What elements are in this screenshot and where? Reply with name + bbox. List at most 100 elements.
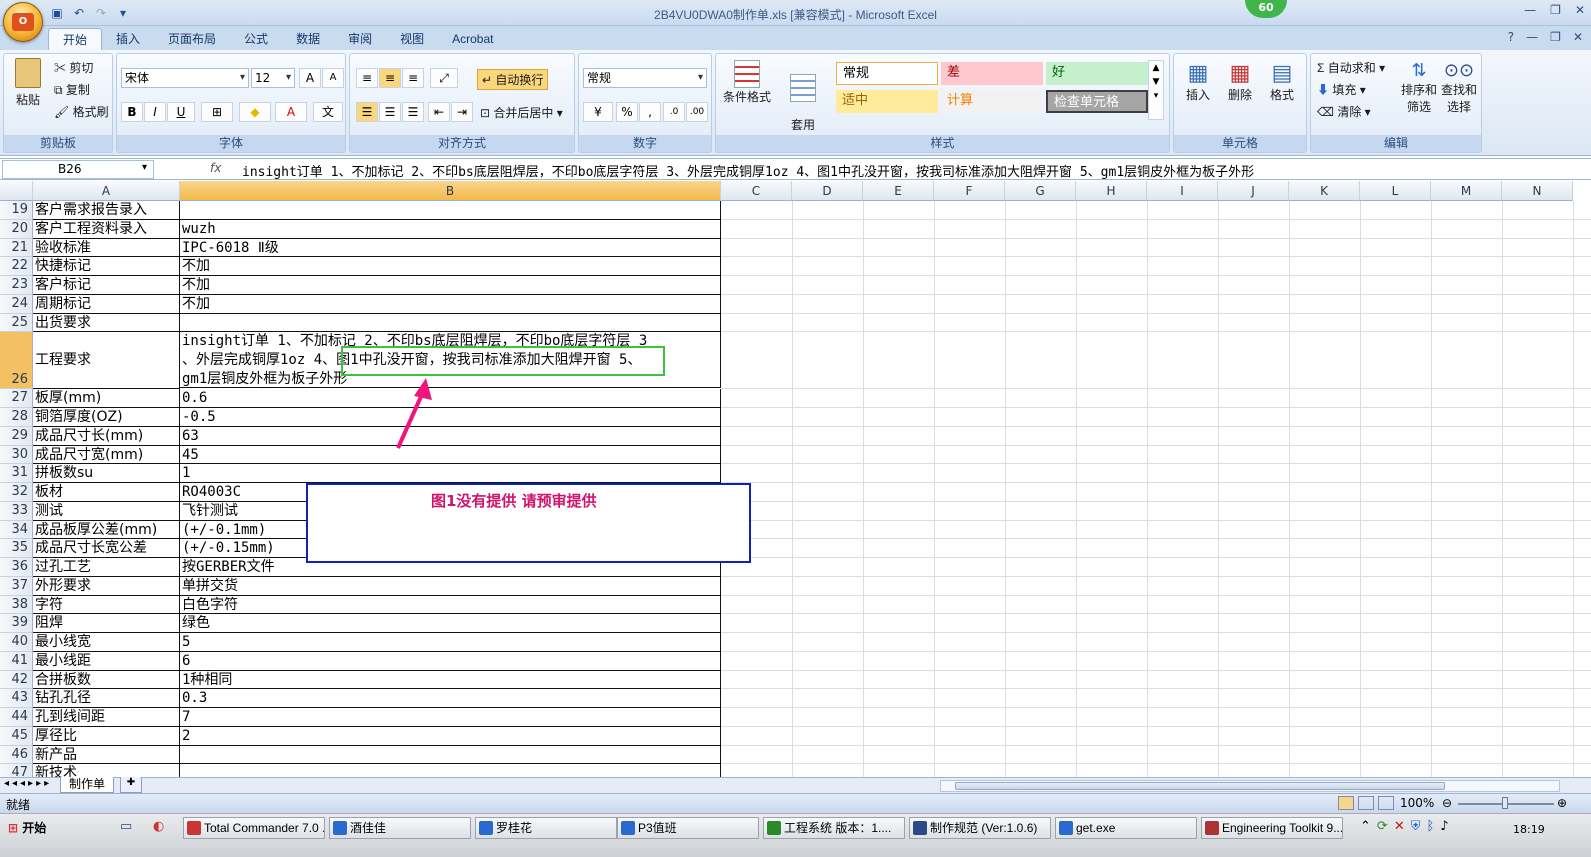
- cell-a[interactable]: 过孔工艺: [33, 558, 180, 577]
- row-header[interactable]: 44: [0, 708, 33, 727]
- cell-a[interactable]: 铜箔厚度(OZ): [33, 408, 180, 427]
- row-header[interactable]: 39: [0, 614, 33, 633]
- cell-b[interactable]: 1: [180, 464, 721, 483]
- tray-network-icon[interactable]: ⟳: [1377, 819, 1388, 834]
- cell-style-1[interactable]: 差: [941, 62, 1043, 85]
- tab-view[interactable]: 视图: [386, 28, 438, 50]
- cell-a[interactable]: 合拼板数: [33, 670, 180, 690]
- autosum-button[interactable]: Σ 自动求和 ▾: [1317, 59, 1385, 76]
- taskbar-item[interactable]: get.exe: [1055, 817, 1197, 839]
- cell-b[interactable]: 不加: [180, 257, 721, 276]
- cell-a[interactable]: 周期标记: [33, 294, 180, 314]
- sort-filter-button[interactable]: ⇅ 排序和 筛选: [1399, 60, 1439, 115]
- sheet-nav-arrows[interactable]: ◂◂◂▸▸▸: [4, 778, 52, 789]
- help-icon[interactable]: ?: [1508, 30, 1514, 44]
- cell-b[interactable]: wuzh: [180, 219, 721, 239]
- cell-b[interactable]: [180, 764, 721, 777]
- cell-b[interactable]: -0.5: [180, 408, 721, 427]
- cell-a[interactable]: 孔到线间距: [33, 708, 180, 727]
- tray-volume-icon[interactable]: ♪: [1440, 819, 1448, 834]
- normal-view-icon[interactable]: [1338, 796, 1354, 810]
- row-header[interactable]: 25: [0, 313, 33, 333]
- cell-a[interactable]: 客户需求报告录入: [33, 201, 180, 220]
- cell-style-0[interactable]: 常规: [836, 62, 938, 85]
- workbook-restore-icon[interactable]: ❐: [1550, 30, 1561, 44]
- decrease-indent-button[interactable]: ⇤: [428, 102, 450, 122]
- borders-button[interactable]: ⊞: [201, 102, 233, 122]
- paste-button[interactable]: 粘贴: [10, 58, 46, 108]
- align-left-button[interactable]: ☰: [356, 102, 378, 122]
- row-header[interactable]: 24: [0, 294, 33, 314]
- cell-b[interactable]: 45: [180, 445, 721, 465]
- comma-button[interactable]: ,: [639, 102, 661, 122]
- quicklaunch-desktop-icon[interactable]: ▭: [120, 819, 132, 834]
- cell-b[interactable]: [180, 745, 721, 765]
- currency-button[interactable]: ¥: [583, 102, 613, 122]
- increase-decimal-button[interactable]: .0: [663, 102, 685, 122]
- fill-button[interactable]: ⬇ 填充 ▾: [1317, 81, 1366, 98]
- horizontal-scroll-thumb[interactable]: [955, 782, 1445, 790]
- sheet-tab-active[interactable]: 制作单: [60, 777, 115, 793]
- row-header[interactable]: 21: [0, 238, 33, 258]
- row-header[interactable]: 20: [0, 219, 33, 239]
- taskbar-item[interactable]: 罗桂花: [475, 817, 617, 839]
- column-header-D[interactable]: D: [792, 181, 863, 201]
- cell-a[interactable]: 工程要求: [33, 332, 180, 390]
- column-header-E[interactable]: E: [863, 181, 934, 201]
- cell-b[interactable]: 单拼交货: [180, 576, 721, 596]
- select-all-corner[interactable]: [0, 181, 33, 201]
- column-header-N[interactable]: N: [1502, 181, 1573, 201]
- increase-indent-button[interactable]: ⇥: [451, 102, 473, 122]
- delete-cells-button[interactable]: ▦ 删除: [1222, 60, 1258, 103]
- row-header[interactable]: 31: [0, 464, 33, 483]
- row-header[interactable]: 35: [0, 539, 33, 558]
- insert-function-icon[interactable]: fx: [210, 161, 221, 175]
- cell-a[interactable]: 客户标记: [33, 276, 180, 295]
- cell-b[interactable]: 5: [180, 633, 721, 652]
- restore-icon[interactable]: ❐: [1550, 3, 1561, 17]
- cell-a[interactable]: 阻焊: [33, 614, 180, 633]
- taskbar-item[interactable]: 工程系统 版本：1....: [763, 817, 905, 839]
- cell-b[interactable]: 6: [180, 651, 721, 671]
- row-header[interactable]: 34: [0, 520, 33, 540]
- minimize-icon[interactable]: —: [1524, 3, 1536, 17]
- start-button[interactable]: ⊞ 开始: [2, 817, 52, 839]
- cell-style-3[interactable]: 适中: [836, 90, 938, 113]
- formula-input[interactable]: insight订单 1、不加标记 2、不印bs底层阻焊层，不印bo底层字符层 3…: [242, 161, 1254, 180]
- number-format-select[interactable]: 常规: [583, 68, 707, 88]
- horizontal-scrollbar[interactable]: [940, 780, 1560, 792]
- cell-a[interactable]: 新产品: [33, 745, 180, 765]
- cell-a[interactable]: 快捷标记: [33, 257, 180, 276]
- column-header-B[interactable]: B: [180, 181, 721, 201]
- grow-font-button[interactable]: A: [299, 68, 321, 88]
- name-box[interactable]: B26: [2, 160, 154, 179]
- row-header[interactable]: 23: [0, 276, 33, 295]
- insert-cells-button[interactable]: ▦ 插入: [1180, 60, 1216, 103]
- format-painter-button[interactable]: 🖌 格式刷: [54, 103, 109, 120]
- taskbar-item[interactable]: Engineering Toolkit 9....: [1201, 817, 1343, 839]
- align-center-button[interactable]: ☰: [379, 102, 401, 122]
- zoom-out-icon[interactable]: ⊖: [1442, 796, 1452, 810]
- font-name-select[interactable]: 宋体: [121, 68, 249, 88]
- taskbar-item[interactable]: 制作规范 (Ver:1.0.6): [909, 817, 1051, 839]
- cell-b[interactable]: 1种相同: [180, 670, 721, 690]
- format-cells-button[interactable]: ▤ 格式: [1264, 60, 1300, 103]
- row-header[interactable]: 40: [0, 633, 33, 652]
- clear-button[interactable]: ⌫ 清除 ▾: [1317, 103, 1371, 120]
- align-bottom-button[interactable]: ≡: [402, 68, 424, 88]
- page-break-view-icon[interactable]: [1378, 796, 1394, 810]
- cell-style-5[interactable]: 检查单元格: [1046, 90, 1148, 113]
- cell-b[interactable]: 2: [180, 726, 721, 746]
- cell-a[interactable]: 板材: [33, 483, 180, 502]
- tab-review[interactable]: 审阅: [334, 28, 386, 50]
- name-box-dropdown-icon[interactable]: ▾: [142, 162, 147, 173]
- row-header[interactable]: 33: [0, 501, 33, 521]
- cell-b[interactable]: [180, 201, 721, 220]
- tray-bluetooth-icon[interactable]: ᛒ: [1426, 819, 1434, 834]
- cell-a[interactable]: 测试: [33, 501, 180, 521]
- page-layout-view-icon[interactable]: [1358, 796, 1374, 810]
- zoom-level[interactable]: 100%: [1400, 796, 1434, 810]
- percent-button[interactable]: %: [616, 102, 638, 122]
- styles-scroll[interactable]: ▲ ▼ ▾: [1148, 60, 1164, 120]
- row-header[interactable]: 26: [0, 332, 33, 390]
